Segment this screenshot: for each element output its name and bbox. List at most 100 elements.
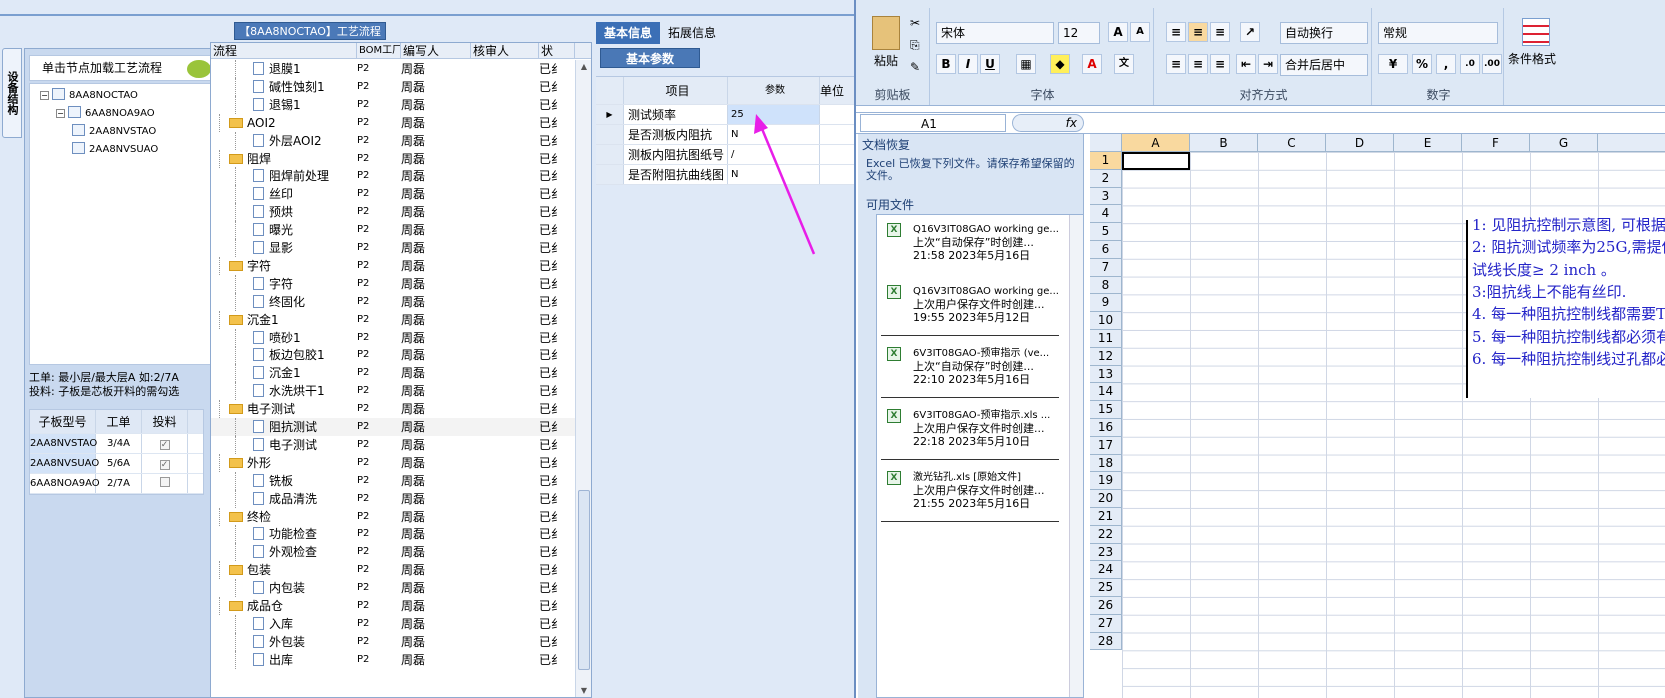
- sub-grid-col-header[interactable]: 投料: [142, 410, 188, 433]
- table-row[interactable]: 6AA8NOA9AO 2/7A: [30, 474, 203, 494]
- flow-scrollbar[interactable]: ▲ ▼: [575, 60, 591, 697]
- fx-icon[interactable]: fx: [1012, 114, 1084, 132]
- table-row[interactable]: 2AA8NVSUAO 5/6A ✓: [30, 454, 203, 474]
- row-header[interactable]: 18: [1090, 454, 1122, 473]
- side-tab-device-structure[interactable]: 设备结构: [2, 48, 22, 138]
- col-header-author[interactable]: 编写人: [401, 43, 471, 58]
- row-header[interactable]: 11: [1090, 329, 1122, 348]
- col-header-bom[interactable]: BOM工厂: [357, 43, 401, 58]
- col-header-flow[interactable]: 流程: [211, 43, 357, 58]
- param-col-header[interactable]: 项目: [624, 77, 728, 104]
- recovered-file[interactable]: X 6V3IT08GAO-预审指示.xls ... 上次用户保存文件时创建... 22…: [881, 405, 1065, 463]
- recovered-file[interactable]: X 6V3IT08GAO-预审指示 (ve... 上次“自动保存”时创建... 22:…: [881, 343, 1065, 401]
- row-header[interactable]: 16: [1090, 418, 1122, 437]
- column-header[interactable]: B: [1190, 134, 1258, 151]
- scroll-up-icon[interactable]: ▲: [579, 62, 589, 71]
- sub-grid-col-header[interactable]: 工单: [96, 410, 142, 433]
- wrap-text-button[interactable]: 自动换行: [1280, 22, 1368, 44]
- table-row[interactable]: 阻抗测试 P2 周磊 已纟: [211, 418, 576, 436]
- shrink-font-icon[interactable]: A: [1130, 22, 1150, 42]
- recovered-file[interactable]: X Q16V3IT08GAO working ge... 上次“自动保存”时创建..…: [881, 219, 1065, 277]
- row-header[interactable]: 19: [1090, 472, 1122, 491]
- table-row[interactable]: 丝印 P2 周磊 已纟: [211, 185, 576, 204]
- fill-color-icon[interactable]: ◆: [1050, 54, 1070, 74]
- row-header[interactable]: 4: [1090, 205, 1122, 224]
- align-center-icon[interactable]: ≡: [1188, 54, 1208, 74]
- table-row[interactable]: 退膜1 P2 周磊 已纟: [211, 60, 576, 78]
- row-header[interactable]: 12: [1090, 347, 1122, 366]
- collapse-icon[interactable]: −: [40, 91, 49, 100]
- copy-icon[interactable]: ⎘: [910, 38, 920, 53]
- row-header[interactable]: 7: [1090, 258, 1122, 277]
- row-header[interactable]: 5: [1090, 223, 1122, 241]
- table-row[interactable]: 功能检查 P2 周磊 已纟: [211, 525, 576, 544]
- column-header[interactable]: C: [1258, 134, 1326, 151]
- currency-icon[interactable]: ¥: [1378, 54, 1408, 74]
- param-col-header[interactable]: 参数: [728, 77, 820, 104]
- column-header[interactable]: F: [1462, 134, 1530, 151]
- name-box[interactable]: A1: [860, 114, 1006, 132]
- row-header[interactable]: 22: [1090, 525, 1122, 544]
- table-row[interactable]: 沉金1 P2 周磊 已纟: [211, 364, 576, 383]
- column-header[interactable]: G: [1530, 134, 1598, 151]
- tree-node[interactable]: − 8AA8NOCTAO: [40, 88, 138, 104]
- merge-center-button[interactable]: 合并后居中: [1280, 54, 1368, 76]
- table-row[interactable]: 预烘 P2 周磊 已纟: [211, 203, 576, 222]
- paste-button[interactable]: 粘贴: [874, 52, 898, 69]
- table-row[interactable]: 2AA8NVSTAO 3/4A ✓: [30, 434, 203, 454]
- row-header[interactable]: 17: [1090, 436, 1122, 455]
- column-header[interactable]: A: [1122, 134, 1190, 151]
- table-row[interactable]: 阻焊前处理 P2 周磊 已纟: [211, 167, 576, 186]
- column-header[interactable]: E: [1394, 134, 1462, 151]
- table-row[interactable]: 出库 P2 周磊 已纟: [211, 650, 576, 669]
- table-row[interactable]: 包装 P2 周磊 已纟: [211, 561, 576, 580]
- grow-font-icon[interactable]: A: [1108, 22, 1128, 42]
- row-header[interactable]: 6: [1090, 240, 1122, 259]
- table-row[interactable]: 沉金1 P2 周磊 已纟: [211, 310, 576, 329]
- row-header[interactable]: 21: [1090, 507, 1122, 526]
- recovery-scrollbar[interactable]: [1069, 215, 1083, 697]
- table-row[interactable]: 喷砂1 P2 周磊 已纟: [211, 328, 576, 347]
- notes-textbox[interactable]: 1: 见阻抗控制示意图, 可根据实际下模测 2: 阻抗测试频率为25G,需提供阻抗…: [1466, 216, 1665, 398]
- row-header[interactable]: 10: [1090, 312, 1122, 330]
- tree-node[interactable]: 2AA8NVSTAO: [72, 124, 156, 140]
- tree-node[interactable]: − 6AA8NOA9AO: [56, 106, 155, 122]
- paste-icon[interactable]: [872, 16, 900, 50]
- row-header[interactable]: 1: [1090, 152, 1122, 170]
- row-header[interactable]: 13: [1090, 365, 1122, 384]
- row-header[interactable]: 15: [1090, 401, 1122, 419]
- table-row[interactable]: 电子测试 P2 周磊 已纟: [211, 400, 576, 419]
- scroll-down-icon[interactable]: ▼: [579, 686, 589, 695]
- row-header[interactable]: 24: [1090, 561, 1122, 580]
- orientation-icon[interactable]: ↗: [1240, 22, 1260, 42]
- scroll-thumb[interactable]: [578, 490, 590, 670]
- material-checkbox[interactable]: [159, 477, 170, 487]
- border-icon[interactable]: ▦: [1016, 54, 1036, 74]
- table-row[interactable]: 电子测试 P2 周磊 已纟: [211, 435, 576, 454]
- recovered-file[interactable]: X 激光钻孔.xls [原始文件] 上次用户保存文件时创建... 21:55 2023…: [881, 467, 1065, 525]
- phonetic-icon[interactable]: 文: [1114, 54, 1134, 74]
- table-row[interactable]: 外层AOI2 P2 周磊 已纟: [211, 131, 576, 150]
- tab-basic-params[interactable]: 基本参数: [600, 48, 700, 68]
- comma-icon[interactable]: ,: [1436, 54, 1456, 74]
- conditional-format-button[interactable]: 条件格式: [1508, 50, 1556, 67]
- table-row[interactable]: 外形 P2 周磊 已纟: [211, 453, 576, 472]
- table-row[interactable]: AOI2 P2 周磊 已纟: [211, 113, 576, 132]
- bold-icon[interactable]: B: [936, 54, 956, 74]
- recovered-file[interactable]: X Q16V3IT08GAO working ge... 上次用户保存文件时创建..…: [881, 281, 1065, 339]
- sub-grid-col-header[interactable]: 子板型号: [30, 410, 96, 433]
- row-header[interactable]: 9: [1090, 294, 1122, 313]
- tab-basic-info[interactable]: 基本信息: [596, 22, 661, 44]
- increase-indent-icon[interactable]: ⇥: [1258, 54, 1278, 74]
- table-row[interactable]: 水洗烘干1 P2 周磊 已纟: [211, 382, 576, 401]
- font-name-select[interactable]: 宋体: [936, 22, 1054, 44]
- column-header[interactable]: D: [1326, 134, 1394, 151]
- row-header[interactable]: 23: [1090, 543, 1122, 562]
- table-row[interactable]: 成品仓 P2 周磊 已纟: [211, 597, 576, 615]
- number-format-select[interactable]: 常规: [1378, 22, 1498, 44]
- font-color-icon[interactable]: A: [1082, 54, 1102, 74]
- align-left-icon[interactable]: ≡: [1166, 54, 1186, 74]
- tree-node[interactable]: 2AA8NVSUAO: [72, 142, 158, 158]
- decrease-indent-icon[interactable]: ⇤: [1236, 54, 1256, 74]
- increase-decimal-icon[interactable]: .0: [1460, 54, 1480, 74]
